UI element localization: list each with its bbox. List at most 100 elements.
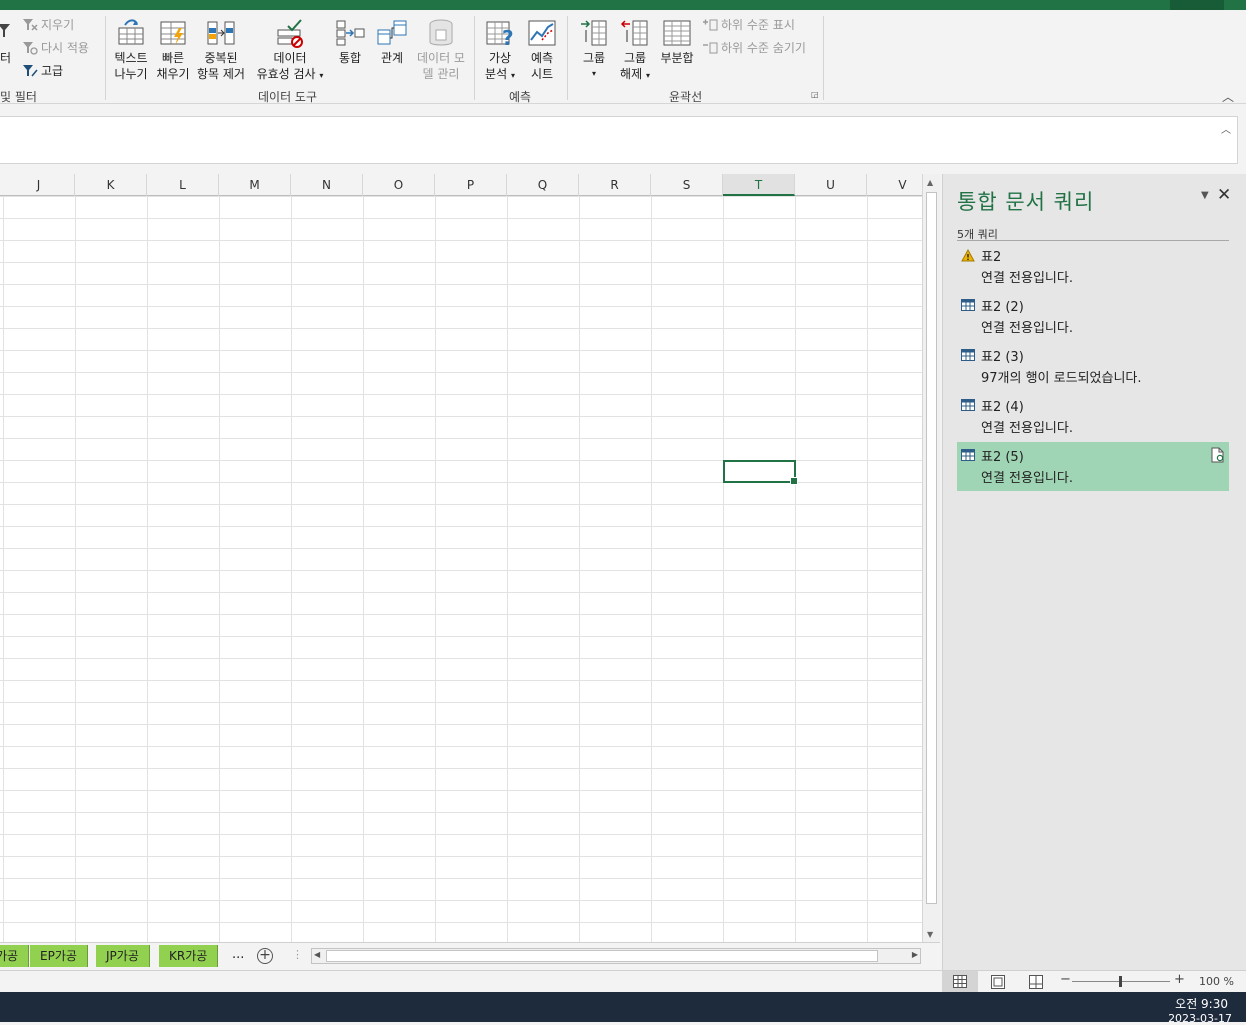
what-if-analysis-button[interactable]: ? 가상 분석 ▾ (478, 18, 522, 84)
scroll-up-icon[interactable]: ▲ (927, 178, 933, 187)
pane-options-icon[interactable]: ▼ (1201, 190, 1209, 201)
column-header[interactable]: J (3, 174, 75, 196)
subtotal-button[interactable]: 부분합 (656, 18, 698, 66)
what-if-text: 분석 (485, 67, 508, 81)
zoom-in-button[interactable]: + (1174, 972, 1185, 987)
share-button[interactable] (1170, 0, 1224, 10)
column-header[interactable]: O (363, 174, 435, 196)
normal-view-button[interactable] (942, 971, 978, 993)
sheet-tab[interactable]: EP가공 (30, 945, 88, 967)
collapse-ribbon-icon[interactable]: ︿ (1222, 88, 1234, 105)
ungroup-icon (620, 20, 648, 46)
dropdown-caret-icon: ▾ (591, 69, 596, 78)
page-break-view-icon[interactable] (1029, 975, 1043, 989)
remove-duplicates-label-1: 중복된 (204, 51, 238, 65)
text-to-columns-label-1: 텍스트 (114, 51, 148, 65)
sheet-tab[interactable]: 가공 (0, 945, 30, 967)
title-bar (0, 0, 1246, 10)
splitter-handle-icon[interactable]: ⋮ (292, 948, 303, 961)
text-to-columns-button[interactable]: 텍스트 나누기 (110, 18, 152, 82)
dialog-launcher-icon[interactable]: ◲ (811, 90, 819, 99)
text-to-columns-label-2: 나누기 (114, 67, 148, 81)
warning-icon (961, 249, 975, 262)
column-header[interactable]: U (795, 174, 867, 196)
more-sheets-button[interactable]: ... (232, 947, 244, 962)
data-validation-icon (277, 19, 303, 48)
query-name: 표2 (3) (981, 350, 1024, 365)
manage-data-model-button[interactable]: 데이터 모 델 관리 (412, 18, 470, 82)
page-layout-view-icon[interactable] (991, 975, 1005, 989)
column-header[interactable]: L (147, 174, 219, 196)
clock-date[interactable]: 2023-03-17 (1168, 1012, 1232, 1025)
horizontal-scrollbar[interactable]: ◀ ▶ (311, 948, 921, 964)
vertical-scrollbar[interactable]: ▲ ▼ (922, 174, 940, 942)
ungroup-label-2: 해제 ▾ (614, 66, 656, 84)
reapply-icon (23, 42, 38, 55)
filter-icon-partial[interactable] (0, 24, 13, 38)
ungroup-button[interactable]: 그룹 해제 ▾ (614, 18, 656, 84)
status-bar: − + 100 % (0, 970, 1246, 993)
sheet-tab[interactable]: JP가공 (96, 945, 150, 967)
close-pane-icon[interactable]: ✕ (1217, 185, 1231, 205)
flash-fill-icon (160, 21, 186, 45)
scroll-right-icon[interactable]: ▶ (912, 950, 918, 959)
remove-duplicates-button[interactable]: 중복된 항목 제거 (194, 18, 248, 82)
scroll-left-icon[interactable]: ◀ (314, 950, 320, 959)
scrollbar-thumb[interactable] (926, 192, 937, 904)
add-sheet-icon[interactable]: + (257, 948, 273, 964)
data-validation-label-1: 데이터 (273, 51, 307, 65)
column-header[interactable]: M (219, 174, 291, 196)
query-name: 표2 (4) (981, 400, 1024, 415)
ribbon-separator (105, 16, 106, 100)
column-header[interactable]: N (291, 174, 363, 196)
advanced-filter-button[interactable]: 고급 (22, 63, 63, 79)
query-status: 97개의 행이 로드되었습니다. (981, 371, 1142, 386)
query-item[interactable]: 표2 (2) 연결 전용입니다. (957, 292, 1229, 341)
column-header[interactable]: V (867, 174, 922, 196)
scroll-down-icon[interactable]: ▼ (927, 930, 933, 939)
group-label: 그룹 (582, 51, 606, 65)
zoom-out-button[interactable]: − (1060, 972, 1071, 987)
worksheet-grid[interactable]: J K L M N O P Q R S T U V (0, 174, 922, 942)
query-item[interactable]: 표2 (4) 연결 전용입니다. (957, 392, 1229, 441)
formula-bar-input[interactable]: ︿ (0, 116, 1238, 164)
zoom-slider-thumb[interactable] (1119, 976, 1122, 987)
column-header[interactable]: K (75, 174, 147, 196)
relationships-button[interactable]: 관계 (372, 18, 412, 66)
collapse-formula-bar-icon[interactable]: ︿ (1221, 121, 1231, 136)
show-detail-button[interactable]: 하위 수준 표시 (702, 17, 795, 33)
cell-area[interactable] (0, 196, 922, 942)
column-header-active[interactable]: T (723, 174, 795, 196)
relationships-icon (377, 20, 407, 45)
clear-filter-label: 지우기 (41, 18, 75, 32)
selected-cell[interactable] (723, 460, 798, 485)
ribbon-separator (474, 16, 475, 100)
group-button[interactable]: 그룹 ▾ (574, 18, 614, 82)
what-if-icon: ? (486, 21, 514, 48)
column-header[interactable]: S (651, 174, 723, 196)
reapply-button[interactable]: 다시 적용 (22, 40, 89, 56)
hide-detail-button[interactable]: 하위 수준 숨기기 (702, 40, 806, 56)
sort-filter-group-label: 및 필터 (0, 90, 37, 104)
query-item[interactable]: 표2 연결 전용입니다. (957, 242, 1229, 291)
forecast-sheet-button[interactable]: 예측 시트 (522, 18, 562, 82)
column-header[interactable]: Q (507, 174, 579, 196)
sheet-tab[interactable]: KR가공 (159, 945, 219, 967)
column-header[interactable]: P (435, 174, 507, 196)
data-validation-button[interactable]: 데이터 유효성 검사 ▾ (250, 18, 330, 84)
clock-time[interactable]: 오전 9:30 (1175, 995, 1228, 1012)
table-icon (961, 399, 975, 411)
scrollbar-thumb[interactable] (326, 950, 878, 962)
zoom-level[interactable]: 100 % (1199, 975, 1234, 988)
query-item-selected[interactable]: 표2 (5) 연결 전용입니다. (957, 442, 1229, 491)
column-header[interactable]: R (579, 174, 651, 196)
clear-filter-button[interactable]: 지우기 (22, 17, 74, 33)
filter-button-partial[interactable]: 터 (0, 50, 11, 66)
refresh-document-icon[interactable] (1211, 447, 1225, 463)
flash-fill-label-2: 채우기 (156, 67, 190, 81)
flash-fill-button[interactable]: 빠른 채우기 (152, 18, 194, 82)
consolidate-icon (336, 20, 365, 46)
outline-group-label: 윤곽선 (669, 90, 703, 104)
consolidate-button[interactable]: 통합 (330, 18, 370, 66)
query-item[interactable]: 표2 (3) 97개의 행이 로드되었습니다. (957, 342, 1229, 391)
